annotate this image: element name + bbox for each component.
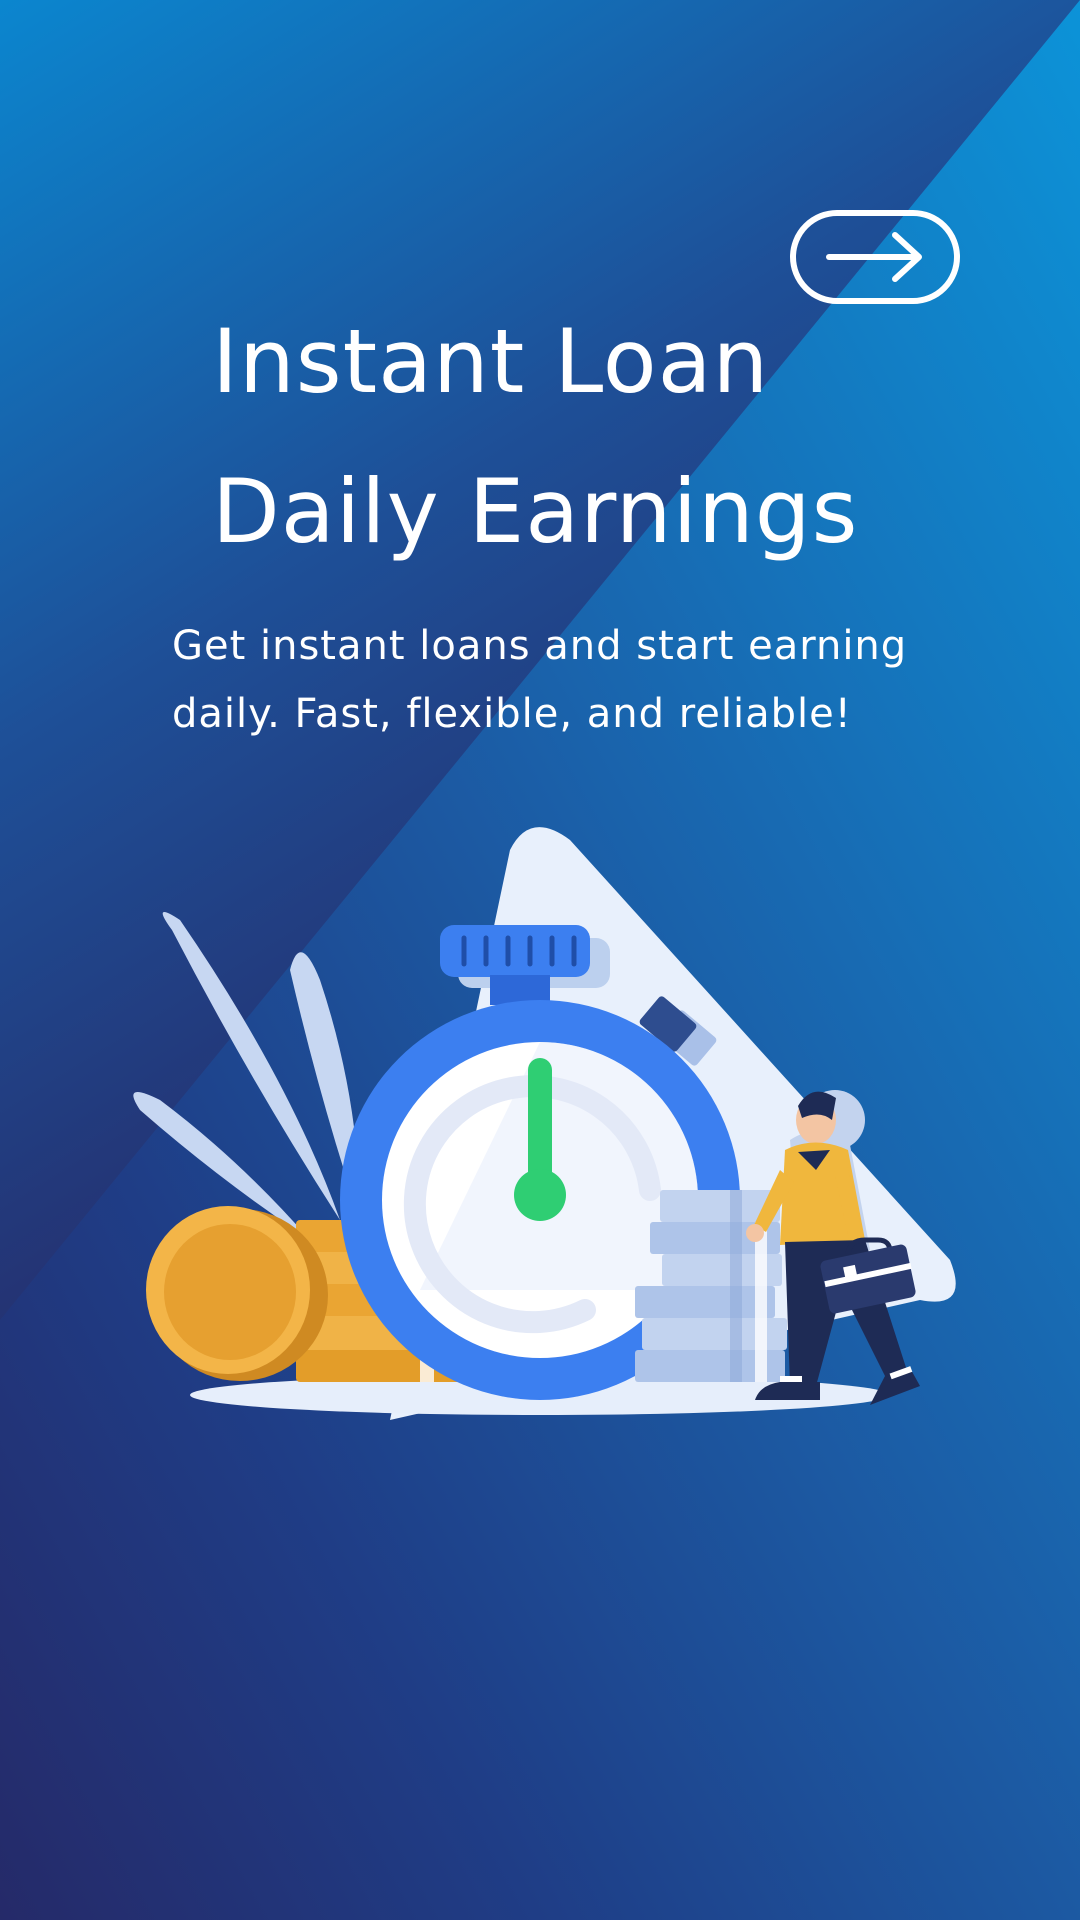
hero-title-line-1: Instant Loan (212, 310, 770, 413)
loan-illustration (133, 827, 956, 1420)
hero-subtitle: Get instant loans and start earning dail… (172, 623, 908, 737)
hero-title-line-2: Daily Earnings (212, 460, 859, 563)
arrow-right-icon (826, 232, 922, 282)
onboarding-screen: Instant Loan Daily Earnings Get instant … (0, 0, 1080, 1920)
leaf-icon (133, 912, 360, 1240)
next-button[interactable] (790, 210, 960, 304)
